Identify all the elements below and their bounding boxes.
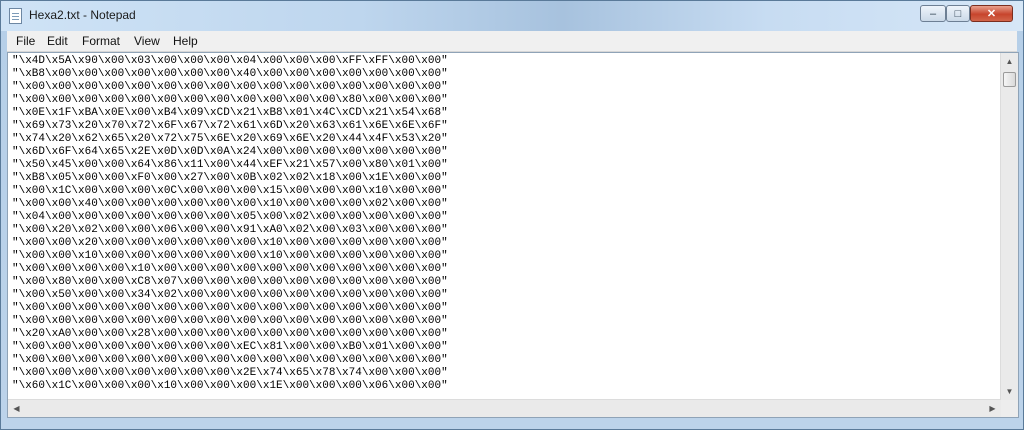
scroll-corner — [1001, 400, 1018, 417]
text-line: "\x00\x20\x02\x00\x00\x06\x00\x00\x91\xA… — [12, 224, 448, 236]
menu-bar: File Edit Format View Help — [7, 31, 1017, 52]
text-line: "\x00\x00\x00\x00\x10\x00\x00\x00\x00\x0… — [12, 263, 448, 275]
scroll-thumb[interactable] — [1003, 72, 1016, 87]
menu-format[interactable]: Format — [82, 34, 120, 48]
close-button[interactable]: ✕ — [970, 5, 1013, 22]
text-line: "\x0E\x1F\xBA\x0E\x00\xB4\x09\xCD\x21\xB… — [12, 107, 448, 119]
text-line: "\x00\x00\x10\x00\x00\x00\x00\x00\x00\x1… — [12, 250, 448, 262]
text-line: "\x00\x00\x40\x00\x00\x00\x00\x00\x00\x1… — [12, 198, 448, 210]
text-line: "\x50\x45\x00\x00\x64\x86\x11\x00\x44\xE… — [12, 159, 448, 171]
menu-edit[interactable]: Edit — [47, 34, 68, 48]
text-line: "\x6D\x6F\x64\x65\x2E\x0D\x0D\x0A\x24\x0… — [12, 146, 448, 158]
scroll-down-icon[interactable]: ▼ — [1001, 383, 1018, 400]
text-line: "\x04\x00\x00\x00\x00\x00\x00\x00\x05\x0… — [12, 211, 448, 223]
text-line: "\x00\x00\x00\x00\x00\x00\x00\x00\x00\x0… — [12, 81, 448, 93]
text-line: "\x00\x00\x00\x00\x00\x00\x00\x00\x00\x0… — [12, 302, 448, 314]
text-line: "\x00\x80\x00\x00\xC8\x07\x00\x00\x00\x0… — [12, 276, 448, 288]
text-line: "\xB8\x05\x00\x00\xF0\x00\x27\x00\x0B\x0… — [12, 172, 448, 184]
scroll-up-icon[interactable]: ▲ — [1001, 53, 1018, 70]
text-line: "\x00\x50\x00\x00\x34\x02\x00\x00\x00\x0… — [12, 289, 448, 301]
horizontal-scrollbar[interactable]: ◀ ▶ — [8, 399, 1001, 417]
text-line: "\x00\x00\x20\x00\x00\x00\x00\x00\x00\x1… — [12, 237, 448, 249]
notepad-window: Hexa2.txt - Notepad – □ ✕ File Edit Form… — [0, 0, 1024, 430]
text-area[interactable]: "\x4D\x5A\x90\x00\x03\x00\x00\x00\x04\x0… — [12, 55, 997, 397]
text-line: "\x20\xA0\x00\x00\x28\x00\x00\x00\x00\x0… — [12, 328, 448, 340]
text-line: "\x00\x00\x00\x00\x00\x00\x00\x00\x00\x0… — [12, 94, 448, 106]
minimize-button[interactable]: – — [920, 5, 946, 22]
text-line: "\x00\x00\x00\x00\x00\x00\x00\x00\xEC\x8… — [12, 341, 448, 353]
text-line: "\x00\x00\x00\x00\x00\x00\x00\x00\x00\x0… — [12, 354, 448, 366]
menu-view[interactable]: View — [134, 34, 160, 48]
window-title: Hexa2.txt - Notepad — [29, 8, 136, 22]
menu-help[interactable]: Help — [173, 34, 198, 48]
notepad-icon[interactable] — [9, 8, 22, 24]
text-line: "\x00\x00\x00\x00\x00\x00\x00\x00\x2E\x7… — [12, 367, 448, 379]
maximize-button[interactable]: □ — [946, 5, 970, 22]
text-line: "\x4D\x5A\x90\x00\x03\x00\x00\x00\x04\x0… — [12, 55, 448, 67]
text-line: "\x00\x00\x00\x00\x00\x00\x00\x00\x00\x0… — [12, 315, 448, 327]
text-line: "\x00\x1C\x00\x00\x00\x0C\x00\x00\x00\x1… — [12, 185, 448, 197]
scroll-left-icon[interactable]: ◀ — [8, 400, 25, 417]
vertical-scrollbar[interactable]: ▲ ▼ — [1000, 53, 1018, 400]
text-line: "\x60\x1C\x00\x00\x00\x10\x00\x00\x00\x1… — [12, 380, 448, 392]
text-line: "\x74\x20\x62\x65\x20\x72\x75\x6E\x20\x6… — [12, 133, 448, 145]
text-line: "\x69\x73\x20\x70\x72\x6F\x67\x72\x61\x6… — [12, 120, 448, 132]
menu-file[interactable]: File — [16, 34, 35, 48]
scroll-right-icon[interactable]: ▶ — [984, 400, 1001, 417]
text-line: "\xB8\x00\x00\x00\x00\x00\x00\x00\x40\x0… — [12, 68, 448, 80]
title-bar[interactable]: Hexa2.txt - Notepad – □ ✕ — [1, 1, 1023, 31]
text-editor[interactable]: "\x4D\x5A\x90\x00\x03\x00\x00\x00\x04\x0… — [7, 52, 1019, 418]
